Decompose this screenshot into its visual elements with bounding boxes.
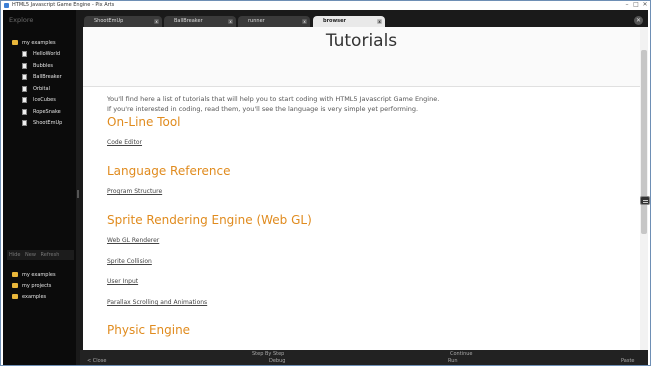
tab-ballbreaker[interactable]: BallBreaker x <box>164 16 236 27</box>
continue-button[interactable]: Continue <box>450 351 472 357</box>
intro-line: If you're interested in coding, read the… <box>107 105 419 113</box>
close-tab-icon[interactable]: x <box>302 19 307 24</box>
file-icon <box>22 108 27 115</box>
browser-content: Tutorials You'll find here a list of tut… <box>83 27 640 350</box>
tree-item-label: Bubbles <box>33 62 54 69</box>
grip-icon <box>77 190 79 198</box>
folder-icon <box>12 294 18 299</box>
debug-button[interactable]: Debug <box>269 358 285 364</box>
vertical-scrollbar[interactable] <box>640 27 648 350</box>
file-icon <box>22 97 27 104</box>
window-controls: – □ ✕ <box>624 2 648 8</box>
paste-button[interactable]: Paste <box>621 358 635 364</box>
tree-item-ropesnake[interactable]: RopeSnake <box>12 106 62 118</box>
app-icon <box>4 3 9 8</box>
folder-examples[interactable]: examples <box>12 291 56 302</box>
section-title: Language Reference <box>107 164 231 178</box>
tree-item-label: BallBreaker <box>33 74 62 81</box>
step-by-step-button[interactable]: Step By Step <box>252 351 284 357</box>
bottom-toolbar: Step By Step Continue < Close Debug Run … <box>80 350 648 365</box>
tab-bar: ShootEmUp x BallBreaker x runner x browser x… <box>80 10 648 27</box>
folder-list: my examples my projects examples <box>12 269 56 302</box>
tab-label: browser <box>323 18 346 24</box>
tab-browser[interactable]: browser x <box>313 16 385 27</box>
new-button[interactable]: New <box>25 252 36 258</box>
tutorial-link[interactable]: User Input <box>107 278 138 285</box>
close-button[interactable]: < Close <box>87 358 106 364</box>
tree-item-ballbreaker[interactable]: BallBreaker <box>12 72 62 84</box>
tutorial-link[interactable]: Web GL Renderer <box>107 237 159 244</box>
explorer-actions: Hide New Refresh <box>7 250 74 260</box>
section-title: On-Line Tool <box>107 115 181 129</box>
page-title: Tutorials <box>325 31 398 51</box>
minimize-icon[interactable]: – <box>624 2 630 8</box>
explorer-panel: Explore my examples HelloWorld Bubbles B… <box>3 10 76 365</box>
intro-text: You'll find here a list of tutorials tha… <box>107 94 439 114</box>
folder-my-examples[interactable]: my examples <box>12 269 56 280</box>
close-tab-icon[interactable]: x <box>377 19 382 24</box>
title-bar: HTML5 Javascript Game Engine - Pix Arts … <box>1 1 650 10</box>
hide-button[interactable]: Hide <box>9 252 20 258</box>
tree-item-label: Orbital <box>33 85 50 92</box>
tab-label: runner <box>248 18 265 24</box>
refresh-button[interactable]: Refresh <box>41 252 60 258</box>
folder-my-projects[interactable]: my projects <box>12 280 56 291</box>
close-tab-icon[interactable]: x <box>154 19 159 24</box>
file-icon <box>22 85 27 92</box>
tree-item-orbital[interactable]: Orbital <box>12 83 62 95</box>
app-body: Explore my examples HelloWorld Bubbles B… <box>3 10 648 365</box>
tutorial-link[interactable]: Sprite Collision <box>107 258 152 265</box>
explorer-title: Explore <box>9 16 34 24</box>
file-icon <box>22 74 27 81</box>
maximize-icon[interactable]: □ <box>633 2 639 8</box>
file-icon <box>22 62 27 69</box>
tab-runner[interactable]: runner x <box>238 16 310 27</box>
tree-item-bubbles[interactable]: Bubbles <box>12 60 62 72</box>
close-tab-icon[interactable]: x <box>228 19 233 24</box>
tree-item-label: ShootEmUp <box>33 120 63 127</box>
tutorial-link[interactable]: Code Editor <box>107 139 142 146</box>
tree-root-folder[interactable]: my examples <box>12 37 62 49</box>
folder-icon <box>12 40 18 46</box>
file-icon <box>22 51 27 58</box>
tab-label: BallBreaker <box>174 18 203 24</box>
folder-label: my examples <box>22 271 56 278</box>
tutorial-link[interactable]: Parallax Scrolling and Animations <box>107 299 207 306</box>
tree-item-icecubes[interactable]: IceCubes <box>12 95 62 107</box>
tree-item-shootemup[interactable]: ShootEmUp <box>12 118 62 130</box>
folder-icon <box>12 283 18 288</box>
tree-item-label: RopeSnake <box>33 108 61 115</box>
section-title: Sprite Rendering Engine (Web GL) <box>107 213 312 227</box>
tree-root-label: my examples <box>22 39 56 46</box>
tree-item-label: HelloWorld <box>33 51 61 58</box>
window-title: HTML5 Javascript Game Engine - Pix Arts <box>12 2 115 8</box>
project-tree: my examples HelloWorld Bubbles BallBreak… <box>12 37 62 129</box>
tree-item-helloworld[interactable]: HelloWorld <box>12 49 62 61</box>
drag-handle-icon[interactable] <box>640 196 650 205</box>
section-title: Physic Engine <box>107 323 191 337</box>
tab-label: ShootEmUp <box>94 18 124 24</box>
intro-line: You'll find here a list of tutorials tha… <box>107 95 440 103</box>
folder-label: examples <box>22 293 47 300</box>
tab-shootemup[interactable]: ShootEmUp x <box>84 16 162 27</box>
close-window-icon[interactable]: ✕ <box>642 2 648 8</box>
close-all-icon[interactable]: ✕ <box>634 16 643 25</box>
folder-icon <box>12 272 18 277</box>
run-button[interactable]: Run <box>448 358 458 364</box>
app-window: HTML5 Javascript Game Engine - Pix Arts … <box>0 0 651 366</box>
folder-label: my projects <box>22 282 52 289</box>
scroll-thumb[interactable] <box>641 50 647 234</box>
editor-area: ShootEmUp x BallBreaker x runner x browser x… <box>80 10 648 365</box>
tutorial-link[interactable]: Program Structure <box>107 188 162 195</box>
file-icon <box>22 120 27 127</box>
tree-item-label: IceCubes <box>33 97 56 104</box>
